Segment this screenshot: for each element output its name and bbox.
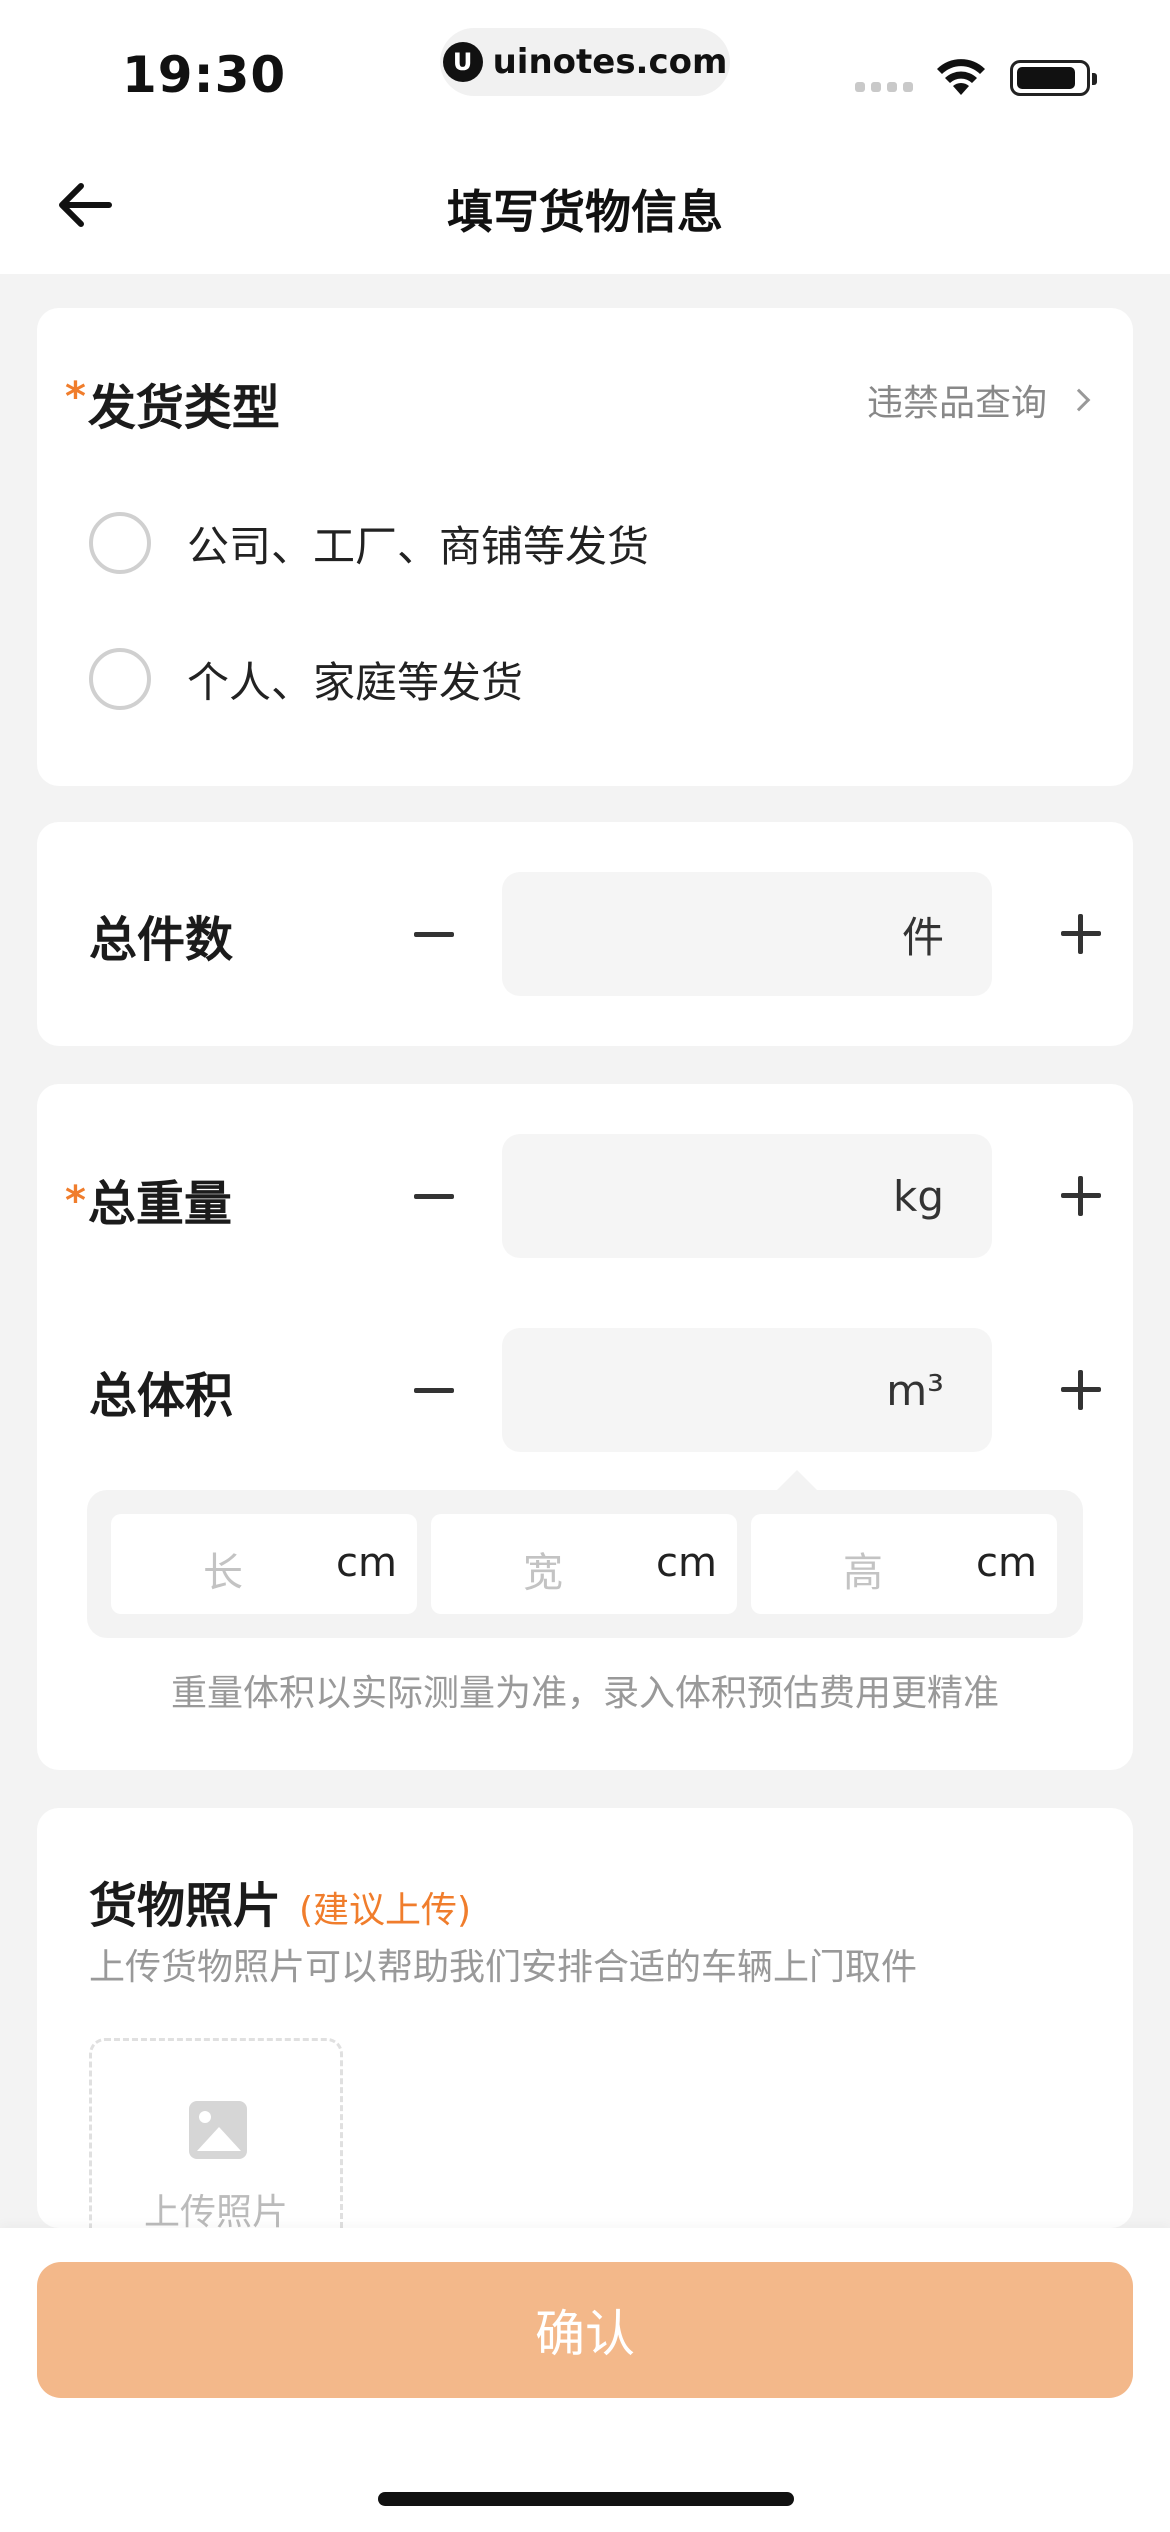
cargo-photos-card: 货物照片 (建议上传) 上传货物照片可以帮助我们安排合适的车辆上门取件 上传照片 <box>37 1808 1133 2278</box>
plus-icon[interactable] <box>1061 1370 1101 1410</box>
length-input[interactable]: 长 cm <box>111 1514 417 1614</box>
total-volume-input[interactable]: m³ <box>502 1328 992 1452</box>
photos-title: 货物照片 <box>89 1878 282 1934</box>
shipment-type-title: 发货类型 <box>87 380 280 436</box>
minus-icon[interactable] <box>414 932 454 937</box>
battery-icon <box>1010 60 1097 96</box>
total-count-unit: 件 <box>901 912 944 962</box>
option-label: 公司、工厂、商铺等发货 <box>187 521 650 571</box>
minus-icon[interactable] <box>414 1194 454 1199</box>
status-bar: 19:30 U uinotes.com <box>0 0 1170 140</box>
photos-suggest: (建议上传) <box>299 1890 472 1931</box>
height-unit: cm <box>976 1540 1037 1586</box>
height-placeholder: 高 <box>843 1550 883 1596</box>
page-title: 填写货物信息 <box>447 185 723 239</box>
page: 19:30 U uinotes.com 填写货物信息 * 发货类型 违禁品查询 <box>0 0 1170 2532</box>
option-label: 个人、家庭等发货 <box>187 657 524 707</box>
required-mark: * <box>65 1178 86 1224</box>
option-company[interactable]: 公司、工厂、商铺等发货 <box>89 512 649 574</box>
total-count-card: 总件数 件 <box>37 822 1133 1046</box>
length-placeholder: 长 <box>203 1550 243 1596</box>
total-weight-label: *总重量 <box>65 1164 232 1234</box>
radio-button[interactable] <box>89 648 151 710</box>
minus-icon[interactable] <box>414 1388 454 1393</box>
width-placeholder: 宽 <box>523 1550 563 1596</box>
width-unit: cm <box>656 1540 717 1586</box>
plus-icon[interactable] <box>1061 914 1101 954</box>
prohibited-items-link[interactable]: 违禁品查询 <box>866 374 1091 426</box>
width-input[interactable]: 宽 cm <box>431 1514 737 1614</box>
total-weight-text: 总重量 <box>87 1176 232 1232</box>
photos-subtitle: 上传货物照片可以帮助我们安排合适的车辆上门取件 <box>89 1947 918 1988</box>
site-logo-icon: U <box>442 42 483 82</box>
wifi-icon <box>937 59 985 95</box>
total-count-label: 总件数 <box>89 912 234 968</box>
shipment-type-card: * 发货类型 违禁品查询 公司、工厂、商铺等发货 个人、家庭等发货 <box>37 308 1133 786</box>
pointer-arrow <box>777 1470 817 1490</box>
total-count-input[interactable]: 件 <box>502 872 992 996</box>
nav-bar: 填写货物信息 <box>0 140 1170 274</box>
image-icon <box>189 2101 247 2159</box>
photos-header: 货物照片 (建议上传) <box>89 1866 471 1936</box>
confirm-button[interactable]: 确认 <box>37 2262 1133 2398</box>
dimensions-box: 长 cm 宽 cm 高 cm <box>87 1470 1083 1638</box>
plus-icon[interactable] <box>1061 1176 1101 1216</box>
prohibited-items-label: 违禁品查询 <box>866 383 1047 424</box>
total-volume-label: 总体积 <box>89 1368 234 1424</box>
measurement-note: 重量体积以实际测量为准，录入体积预估费用更精准 <box>170 1673 999 1714</box>
weight-volume-card: *总重量 kg 总体积 m³ 长 cm 宽 cm 高 cm 重量体积以实际测量为… <box>37 1084 1133 1770</box>
radio-button[interactable] <box>89 512 151 574</box>
cellular-signal-icon <box>855 82 913 92</box>
option-personal[interactable]: 个人、家庭等发货 <box>89 648 523 710</box>
shipment-type-header: * 发货类型 <box>65 368 280 438</box>
chevron-right-icon <box>1067 388 1091 412</box>
url-text: uinotes.com <box>492 42 728 82</box>
height-input[interactable]: 高 cm <box>751 1514 1057 1614</box>
total-volume-unit: m³ <box>886 1365 944 1415</box>
total-weight-unit: kg <box>893 1171 944 1221</box>
home-indicator <box>378 2492 794 2506</box>
url-pill[interactable]: U uinotes.com <box>440 28 730 96</box>
length-unit: cm <box>336 1540 397 1586</box>
total-weight-input[interactable]: kg <box>502 1134 992 1258</box>
required-mark: * <box>65 374 86 420</box>
footer-bar: 确认 <box>0 2228 1170 2532</box>
status-time: 19:30 <box>122 46 287 104</box>
